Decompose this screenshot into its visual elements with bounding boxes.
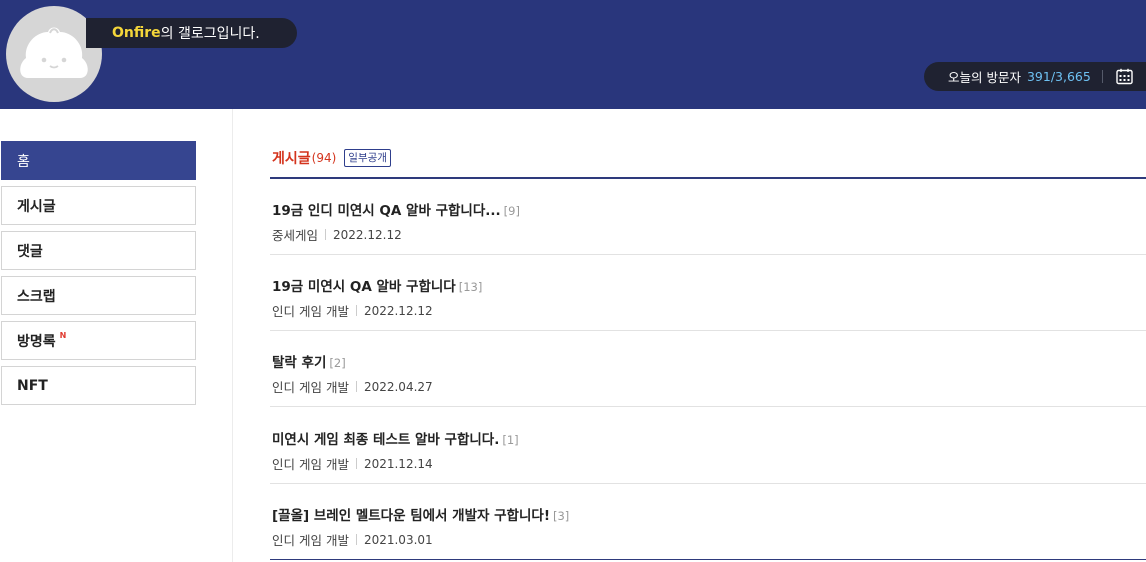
gallog-header: Onfire 의 갤로그입니다. 오늘의 방문자 391/3,665 <box>0 0 1146 109</box>
post-title[interactable]: 19금 미연시 QA 알바 구합니다 <box>272 279 456 295</box>
new-badge: N <box>59 331 67 340</box>
post-item[interactable]: 미연시 게임 최종 테스트 알바 구합니다. [1] 인디 게임 개발 2021.… <box>270 408 1146 484</box>
visitor-counter: 오늘의 방문자 391/3,665 <box>924 62 1146 91</box>
post-comment-count: [2] <box>329 356 346 370</box>
post-meta: 인디 게임 개발 2021.03.01 <box>272 530 433 549</box>
post-title-row: 탈락 후기 [2] <box>272 351 346 371</box>
meta-divider <box>355 534 357 545</box>
post-title-row: 미연시 게임 최종 테스트 알바 구합니다. [1] <box>272 428 519 448</box>
sidebar-divider <box>232 109 233 562</box>
sidebar-item-posts[interactable]: 게시글 <box>1 186 196 225</box>
sidebar-item-label: 댓글 <box>17 243 43 260</box>
post-category: 인디 게임 개발 <box>272 457 349 472</box>
post-comment-count: [3] <box>552 509 570 523</box>
post-date: 2022.12.12 <box>363 303 433 318</box>
post-item[interactable]: 탈락 후기 [2] 인디 게임 개발 2022.04.27 <box>270 331 1146 407</box>
sidebar-item-label: NFT <box>17 377 48 394</box>
post-title-row: 19금 미연시 QA 알바 구합니다 [13] <box>272 275 482 295</box>
sidebar-item-scrap[interactable]: 스크랩 <box>1 276 196 315</box>
post-comment-count: [9] <box>503 204 520 218</box>
greeting-text: 의 갤로그입니다. <box>160 26 260 42</box>
visibility-badge: 일부공개 <box>344 149 391 167</box>
sidebar-menu: 홈 게시글 댓글 스크랩 방명록 N NFT <box>1 141 196 411</box>
post-title-row: [끌올] 브레인 멜트다운 팀에서 개발자 구합니다! [3] <box>272 504 569 524</box>
post-date: 2021.12.14 <box>363 456 433 471</box>
post-title[interactable]: 탈락 후기 <box>272 355 326 371</box>
posts-section-title: 게시글 <box>272 151 311 167</box>
sidebar-item-label: 홈 <box>17 153 30 170</box>
post-date: 2022.12.12 <box>333 227 402 242</box>
posts-count: (94) <box>311 151 337 165</box>
sidebar-item-guestbook[interactable]: 방명록 N <box>1 321 196 360</box>
sidebar-item-label: 게시글 <box>17 198 56 215</box>
post-title-row: 19금 인디 미연시 QA 알바 구합니다... [9] <box>272 199 520 219</box>
post-meta: 인디 게임 개발 2022.12.12 <box>272 301 433 320</box>
meta-divider <box>325 229 327 240</box>
post-comment-count: [13] <box>458 280 483 294</box>
visitor-label: 오늘의 방문자 <box>948 70 1021 85</box>
post-category: 인디 게임 개발 <box>272 533 349 548</box>
sidebar-item-label: 방명록 <box>17 333 56 350</box>
calendar-icon[interactable] <box>1116 68 1133 85</box>
post-title[interactable]: 미연시 게임 최종 테스트 알바 구합니다. <box>272 432 499 448</box>
sidebar-item-comments[interactable]: 댓글 <box>1 231 196 270</box>
post-title[interactable]: [끌올] 브레인 멜트다운 팀에서 개발자 구합니다! <box>272 508 550 524</box>
post-item[interactable]: 19금 인디 미연시 QA 알바 구합니다... [9] 중세게임 2022.12… <box>270 179 1146 255</box>
post-meta: 인디 게임 개발 2022.04.27 <box>272 377 433 396</box>
sidebar-item-nft[interactable]: NFT <box>1 366 196 405</box>
post-item[interactable]: 19금 미연시 QA 알바 구합니다 [13] 인디 게임 개발 2022.12.… <box>270 255 1146 331</box>
post-category: 중세게임 <box>272 228 319 243</box>
sidebar-item-label: 스크랩 <box>17 288 56 305</box>
visitor-divider <box>1101 70 1103 83</box>
post-title[interactable]: 19금 인디 미연시 QA 알바 구합니다... <box>272 203 501 219</box>
visitor-count: 391/3,665 <box>1026 69 1091 84</box>
post-meta: 인디 게임 개발 2021.12.14 <box>272 454 433 473</box>
meta-divider <box>355 458 357 469</box>
post-meta: 중세게임 2022.12.12 <box>272 225 402 244</box>
post-date: 2021.03.01 <box>363 532 433 547</box>
posts-section-header: 게시글 (94) 일부공개 <box>272 148 391 168</box>
sidebar-item-home[interactable]: 홈 <box>1 141 196 180</box>
post-category: 인디 게임 개발 <box>272 380 349 395</box>
user-nickname[interactable]: Onfire <box>112 25 161 41</box>
meta-divider <box>355 305 357 316</box>
post-date: 2022.04.27 <box>363 379 433 394</box>
meta-divider <box>355 381 357 392</box>
gallog-greeting: Onfire 의 갤로그입니다. <box>86 18 297 48</box>
post-item[interactable]: [끌올] 브레인 멜트다운 팀에서 개발자 구합니다! [3] 인디 게임 개발 … <box>270 484 1146 560</box>
post-category: 인디 게임 개발 <box>272 304 349 319</box>
post-comment-count: [1] <box>502 433 519 447</box>
